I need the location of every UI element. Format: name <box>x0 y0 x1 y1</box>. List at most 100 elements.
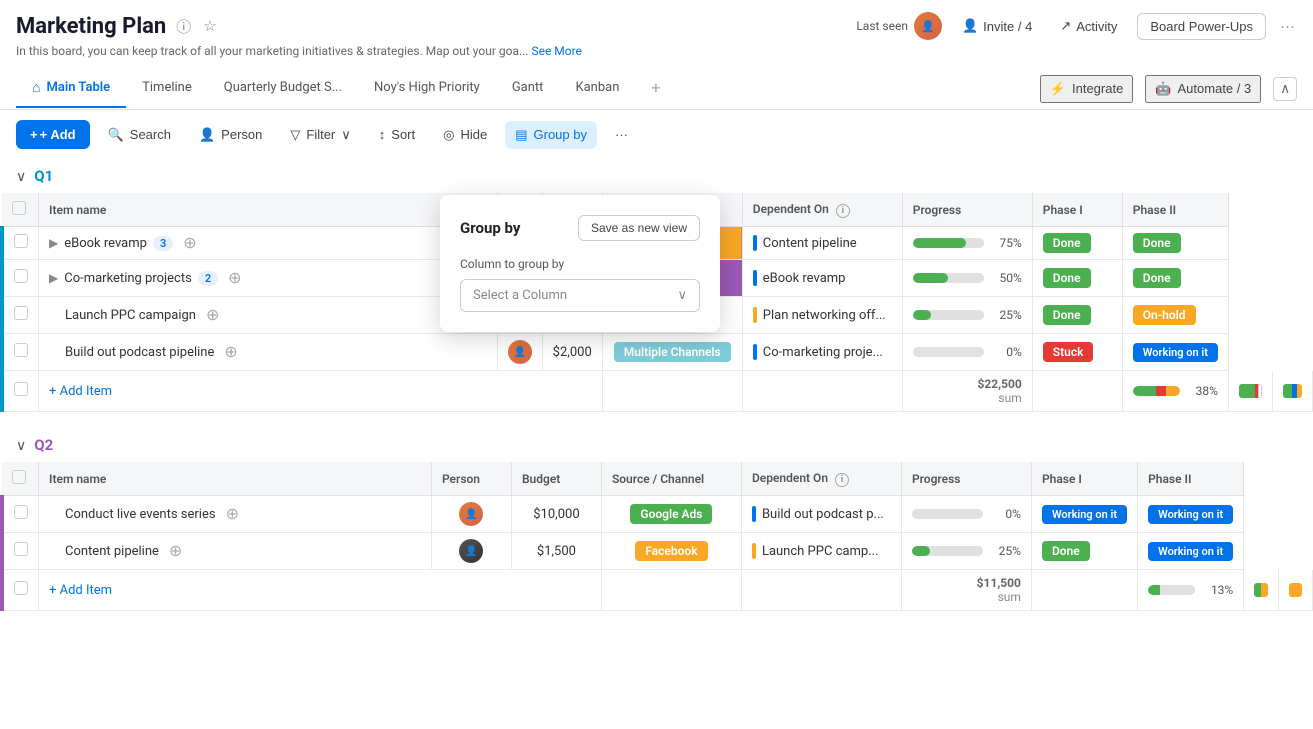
dep-indicator <box>753 270 757 286</box>
item-name-cell: Conduct live events series ⊕ <box>49 504 421 524</box>
row-checkbox[interactable] <box>14 505 28 519</box>
progress-container: 0% <box>913 345 1022 359</box>
phase2-summary <box>1283 384 1302 398</box>
header-checkbox[interactable] <box>12 470 26 484</box>
add-icon: + <box>30 127 38 142</box>
q2-col-phase2: Phase II <box>1138 462 1244 496</box>
q1-col-dependent: Dependent On i <box>742 193 902 227</box>
add-item-row: + Add Item $11,500 sum <box>2 570 1313 611</box>
save-view-button[interactable]: Save as new view <box>578 215 700 241</box>
page-title: Marketing Plan <box>16 14 166 39</box>
add-item-button[interactable]: + Add Item <box>49 384 112 399</box>
item-name: Conduct live events series <box>65 507 216 522</box>
last-seen-label: Last seen <box>856 19 908 33</box>
tab-main-table[interactable]: ⌂ Main Table <box>16 69 126 108</box>
q2-col-check <box>2 462 39 496</box>
add-button[interactable]: + + Add <box>16 120 90 149</box>
tab-gantt[interactable]: Gantt <box>496 70 560 107</box>
add-subitem-button[interactable]: ⊕ <box>206 305 219 325</box>
dependent-value: Launch PPC camp... <box>762 544 879 559</box>
hide-button[interactable]: ◎ Hide <box>433 121 497 149</box>
progress-bar <box>1133 386 1180 396</box>
q2-col-name: Item name <box>39 462 432 496</box>
filter-button[interactable]: ▽ Filter ∨ <box>280 121 360 149</box>
search-button[interactable]: 🔍 Search <box>98 121 181 149</box>
progress-container: 0% <box>912 507 1021 521</box>
q2-col-person: Person <box>431 462 511 496</box>
q2-toggle[interactable]: ∨ <box>16 437 26 454</box>
budget-value: $10,000 <box>533 507 579 522</box>
groupby-button[interactable]: ▤ Group by <box>505 121 597 149</box>
header-checkbox[interactable] <box>12 201 26 215</box>
header: Marketing Plan ⓘ ☆ Last seen 👤 👤 Invite … <box>0 0 1313 68</box>
tab-quarterly[interactable]: Quarterly Budget S... <box>208 70 358 107</box>
tab-noy-priority[interactable]: Noy's High Priority <box>358 70 496 107</box>
activity-button[interactable]: ↗ Activity <box>1052 14 1125 38</box>
more-tools-button[interactable]: ··· <box>605 121 638 148</box>
more-options-button[interactable]: ··· <box>1278 16 1297 37</box>
progress-container: 25% <box>912 544 1021 558</box>
dep-indicator <box>753 344 757 360</box>
progress-bar <box>913 347 984 357</box>
info-icon[interactable]: ⓘ <box>174 14 193 39</box>
q1-col-phase1: Phase I <box>1032 193 1122 227</box>
row-checkbox[interactable] <box>14 581 28 595</box>
budget-value: $1,500 <box>537 544 576 559</box>
dependent-info-icon[interactable]: i <box>835 473 849 487</box>
dep-indicator <box>753 307 757 323</box>
automate-button[interactable]: 🤖 Automate / 3 <box>1145 75 1261 103</box>
q1-col-name: Item name <box>39 193 498 227</box>
phase1-badge: Done <box>1042 541 1090 561</box>
q2-col-progress: Progress <box>901 462 1031 496</box>
person-filter-button[interactable]: 👤 Person <box>189 121 272 149</box>
toolbar: + + Add 🔍 Search 👤 Person ▽ Filter ∨ ↕ S… <box>0 110 1313 159</box>
tabs-bar: ⌂ Main Table Timeline Quarterly Budget S… <box>0 68 1313 110</box>
q2-group: ∨ Q2 Item name Person Budget Source / Ch… <box>0 428 1313 611</box>
column-select[interactable]: Select a Column ∨ <box>460 279 700 312</box>
row-checkbox[interactable] <box>14 234 28 248</box>
expand-button[interactable]: ▶ <box>49 271 58 285</box>
row-checkbox[interactable] <box>14 269 28 283</box>
q1-col-check <box>2 193 39 227</box>
add-view-button[interactable]: + <box>635 68 676 109</box>
board-powerups-button[interactable]: Board Power-Ups <box>1137 13 1266 40</box>
expand-button[interactable]: ▶ <box>49 236 58 250</box>
collapse-tabs-button[interactable]: ∧ <box>1273 77 1297 101</box>
row-checkbox[interactable] <box>14 542 28 556</box>
invite-button[interactable]: 👤 Invite / 4 <box>954 14 1040 38</box>
progress-fill <box>913 273 949 283</box>
tabs-right: ⚡ Integrate 🤖 Automate / 3 ∧ <box>1040 75 1297 103</box>
add-subitem-button[interactable]: ⊕ <box>169 541 182 561</box>
total-progress: 38% <box>1133 384 1218 398</box>
dep-indicator <box>752 543 756 559</box>
row-checkbox[interactable] <box>14 306 28 320</box>
channel-badge: Google Ads <box>630 504 712 524</box>
integrate-button[interactable]: ⚡ Integrate <box>1040 75 1134 103</box>
dependent-value: Plan networking off... <box>763 308 886 323</box>
add-item-button[interactable]: + Add Item <box>49 583 112 598</box>
filter-chevron: ∨ <box>341 127 351 143</box>
tab-kanban[interactable]: Kanban <box>559 70 635 107</box>
avatar: 👤 <box>914 12 942 40</box>
add-subitem-button[interactable]: ⊕ <box>183 233 196 253</box>
phase2-badge: Done <box>1133 233 1181 253</box>
q1-col-progress: Progress <box>902 193 1032 227</box>
groupby-icon: ▤ <box>515 127 527 143</box>
channel-badge: Multiple Channels <box>614 342 731 362</box>
add-subitem-button[interactable]: ⊕ <box>228 268 241 288</box>
row-checkbox[interactable] <box>14 382 28 396</box>
star-icon[interactable]: ☆ <box>201 15 218 37</box>
see-more-link[interactable]: See More <box>531 44 581 58</box>
row-checkbox[interactable] <box>14 343 28 357</box>
popup-column-label: Column to group by <box>460 257 700 271</box>
tab-timeline[interactable]: Timeline <box>126 70 208 107</box>
q1-group-header: ∨ Q1 <box>0 159 1313 193</box>
q1-toggle[interactable]: ∨ <box>16 168 26 185</box>
sort-button[interactable]: ↕ Sort <box>369 121 425 148</box>
add-subitem-button[interactable]: ⊕ <box>224 342 237 362</box>
progress-fill <box>912 546 930 556</box>
person-avatar: 👤 <box>459 539 483 563</box>
add-subitem-button[interactable]: ⊕ <box>226 504 239 524</box>
dependent-info-icon[interactable]: i <box>836 204 850 218</box>
phase2-badge: Working on it <box>1148 542 1233 561</box>
